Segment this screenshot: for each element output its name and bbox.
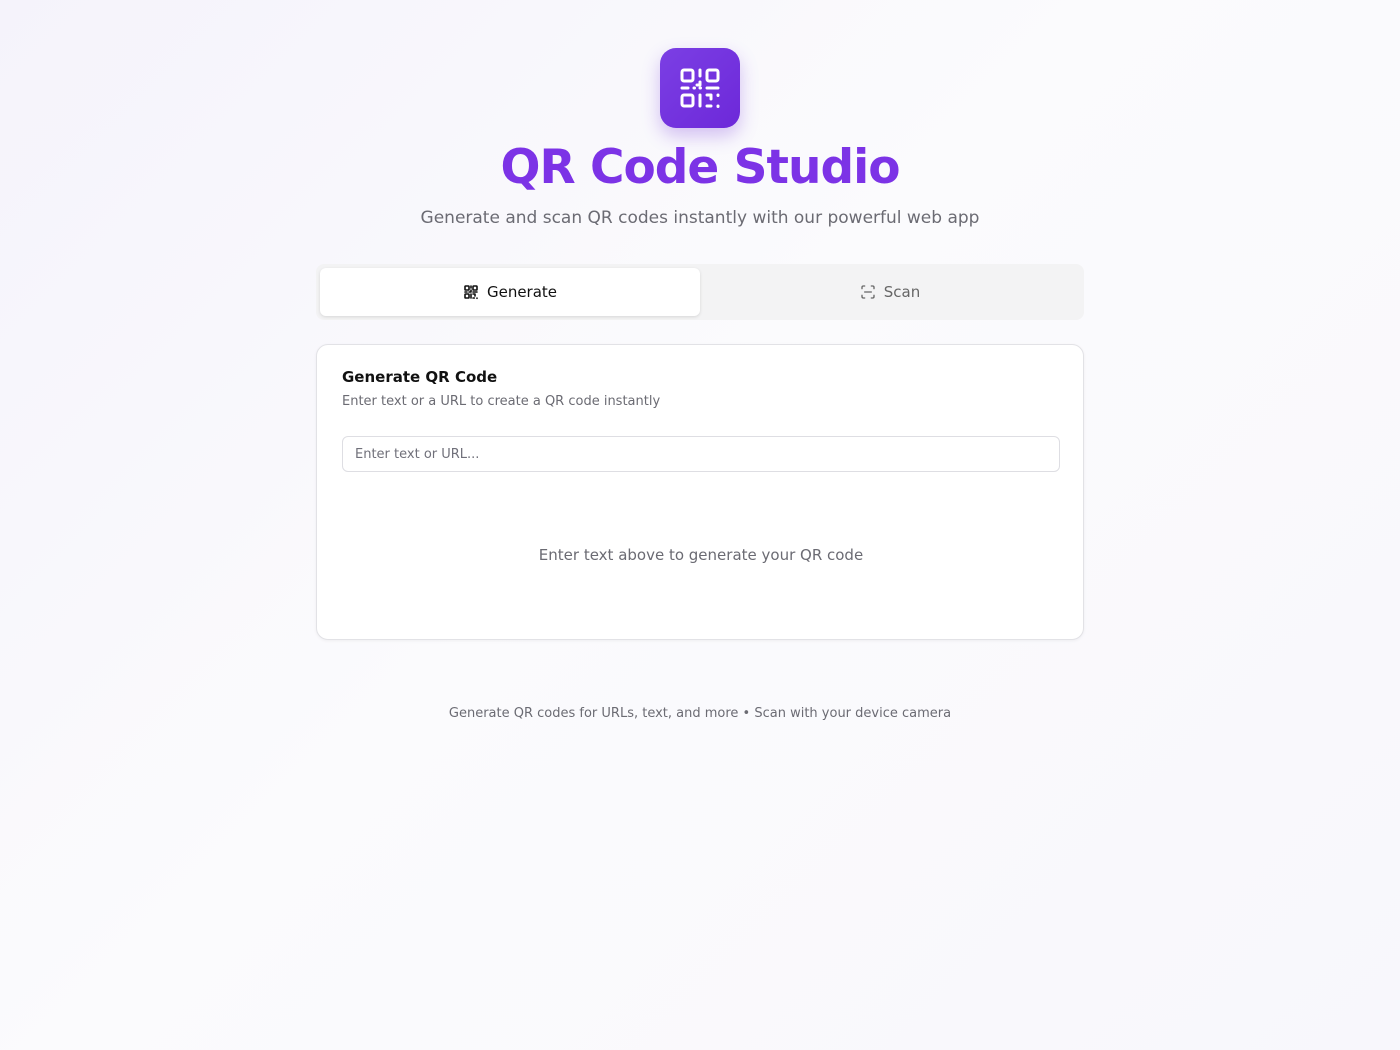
card-title: Generate QR Code: [342, 368, 498, 386]
tab-scan-label: Scan: [883, 283, 921, 301]
generate-card: Generate QR Code Enter text or a URL to …: [316, 344, 1084, 640]
scan-icon: [861, 285, 875, 299]
tab-generate-label: Generate: [486, 283, 558, 301]
qr-text-input[interactable]: [342, 436, 1060, 472]
mode-tabs: Generate Scan: [316, 264, 1084, 320]
empty-state-message: Enter text above to generate your QR cod…: [538, 546, 864, 564]
page-title: QR Code Studio: [500, 140, 901, 195]
tab-scan[interactable]: Scan: [700, 268, 1080, 316]
card-description: Enter text or a URL to create a QR code …: [342, 394, 661, 409]
qr-code-icon: [464, 285, 478, 300]
page-subtitle: Generate and scan QR codes instantly wit…: [420, 208, 980, 228]
qr-code-icon: [680, 68, 720, 108]
footer-text: Generate QR codes for URLs, text, and mo…: [448, 706, 952, 721]
app-root: QR Code Studio Generate and scan QR code…: [0, 0, 1400, 1050]
tab-generate[interactable]: Generate: [320, 268, 700, 316]
app-logo: [660, 48, 740, 128]
